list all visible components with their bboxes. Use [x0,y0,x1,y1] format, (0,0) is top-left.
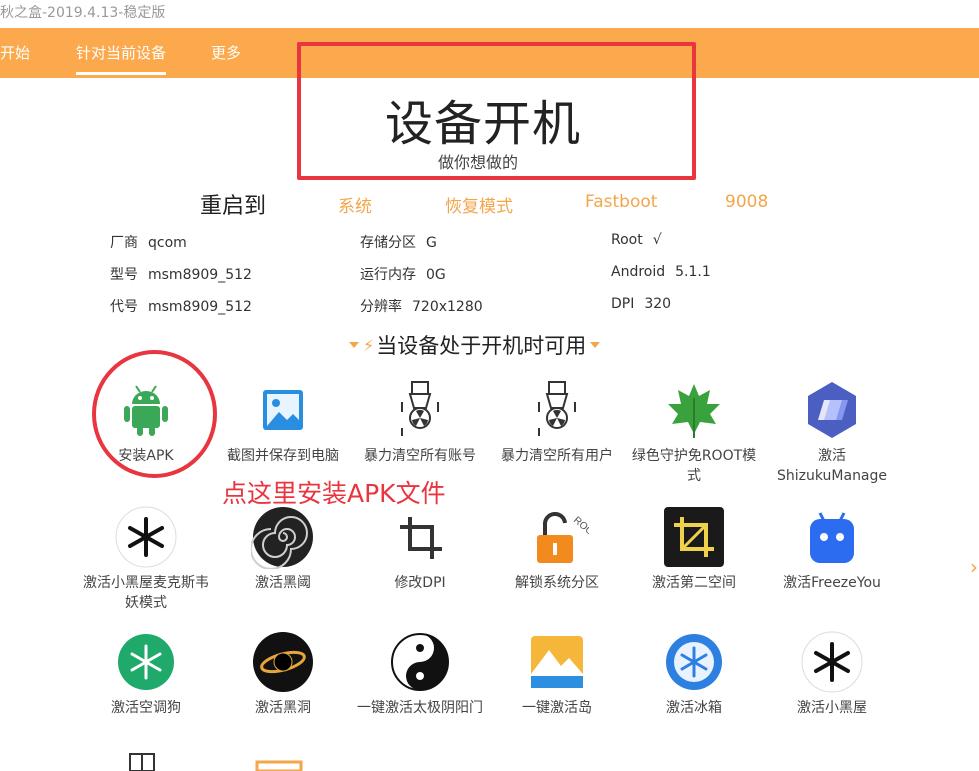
window-title: 秋之盒-2019.4.13-稳定版 [0,5,166,21]
info-value: msm8909_512 [148,267,252,283]
tile-label: 激活黑阈 [255,575,311,591]
annotation-note: 点这里安装APK文件 [222,479,446,508]
chevron-right-icon[interactable]: › [970,555,978,579]
info-key: 型号 [110,267,138,283]
tile-label: 激活第二空间 [652,575,736,591]
snowflake-icon [801,631,863,693]
triangle-down-icon [349,342,359,348]
island-icon [531,636,583,688]
info-key: Root [611,232,643,248]
tile-ice-box[interactable]: 激活冰箱 [626,630,762,750]
tile-freezeyou[interactable]: 激活FreezeYou [764,505,900,625]
tile-maxwell-demon[interactable]: 激活小黑屋麦克斯韦妖模式 [78,505,214,625]
snowflake-green-icon [118,634,174,690]
reboot-9008-button[interactable]: 9008 [725,192,768,212]
spiral-icon [251,507,313,569]
info-android: Android 5.1.1 [611,264,711,280]
info-key: Android [611,264,666,280]
leaf-icon [668,384,720,438]
info-storage: 存储分区 G [360,232,437,252]
section-title: ⚡ 当设备处于开机时可用 [345,330,604,360]
tile-label: 激活FreezeYou [783,575,881,591]
taiji-icon [391,633,449,691]
bomb-icon [538,381,576,436]
bomb-icon [401,381,439,436]
crop-icon [400,517,442,559]
tile-label: 激活黑洞 [255,700,311,716]
tile-label: 激活冰箱 [666,700,722,716]
svg-text:ROOT: ROOT [571,515,589,542]
tile-label: 暴力清空所有用户 [501,448,613,464]
tile-change-dpi[interactable]: 修改DPI [352,505,488,625]
info-dpi: DPI 320 [611,296,671,312]
section-title-text: 当设备处于开机时可用 [376,334,587,358]
info-root: Root √ [611,232,662,248]
info-key: DPI [611,296,635,312]
partial-tile-icon [255,760,303,771]
info-value: 720x1280 [412,299,483,315]
info-vendor: 厂商 qcom [110,232,187,252]
info-key: 代号 [110,299,138,315]
tile-label: 激活小黑屋 [797,700,867,716]
info-codename: 代号 msm8909_512 [110,296,252,316]
tile-label: 截图并保存到电脑 [227,448,339,464]
tab-start[interactable]: 开始 [0,42,30,63]
tile-label: 暴力清空所有账号 [364,448,476,464]
highlight-circle [92,350,217,478]
shizuku-icon [808,382,856,438]
tile-black-hole[interactable]: 激活黑洞 [215,630,351,750]
reboot-system-button[interactable]: 系统 [338,192,372,217]
tile-shizuku[interactable]: 激活ShizukuManage [764,378,900,498]
tile-label: 一键激活太极阴阳门 [357,700,483,716]
blackhole-icon [253,632,313,692]
tab-current-device[interactable]: 针对当前设备 [76,42,167,75]
tile-label: 激活空调狗 [111,700,181,716]
tile-black-threshold[interactable]: 激活黑阈 [215,505,351,625]
info-key: 存储分区 [360,235,416,251]
tile-ac-dog[interactable]: 激活空调狗 [78,630,214,750]
info-key: 厂商 [110,235,138,251]
tile-label: 解锁系统分区 [515,575,599,591]
snowflake-icon [115,506,177,568]
info-value: G [426,235,437,251]
reboot-label: 重启到 [200,194,267,219]
tab-more[interactable]: 更多 [211,42,241,63]
fridge-icon [666,634,722,690]
reboot-recovery-button[interactable]: 恢复模式 [445,192,513,217]
crop-square-icon [664,507,724,567]
partial-tile-icon [129,753,155,771]
tile-taichi[interactable]: 一键激活太极阴阳门 [352,630,488,750]
tile-label: 激活小黑屋麦克斯韦妖模式 [83,575,209,611]
window-titlebar: 秋之盒-2019.4.13-稳定版 [0,0,979,28]
tile-second-space[interactable]: 激活第二空间 [626,505,762,625]
info-key: 分辨率 [360,299,402,315]
info-key: 运行内存 [360,267,416,283]
plug-icon: ⚡ [363,335,375,355]
tile-label: 一键激活岛 [522,700,592,716]
triangle-down-icon [590,342,601,348]
info-value: 0G [426,267,446,283]
tile-dark-room[interactable]: 激活小黑屋 [764,630,900,750]
info-value: 320 [644,296,672,312]
info-ram: 运行内存 0G [360,264,446,284]
tile-unlock-system[interactable]: ROOT 解锁系统分区 [489,505,625,625]
tile-greenify[interactable]: 绿色守护免ROOT模式 [626,378,762,498]
info-model: 型号 msm8909_512 [110,264,252,284]
info-value: qcom [148,235,187,251]
info-value: √ [652,232,662,248]
image-icon [263,390,303,430]
tile-island[interactable]: 一键激活岛 [489,630,625,750]
robot-icon [810,512,854,563]
tile-label: 修改DPI [394,575,446,591]
info-value: msm8909_512 [148,299,252,315]
info-value: 5.1.1 [675,264,711,280]
reboot-fastboot-button[interactable]: Fastboot [585,192,657,212]
highlight-box [297,42,696,180]
tile-wipe-users[interactable]: 暴力清空所有用户 [489,378,625,498]
info-resolution: 分辨率 720x1280 [360,296,483,316]
tile-label: 激活ShizukuManage [776,448,888,484]
tile-label: 绿色守护免ROOT模式 [631,448,757,484]
unlock-icon: ROOT [537,512,589,563]
